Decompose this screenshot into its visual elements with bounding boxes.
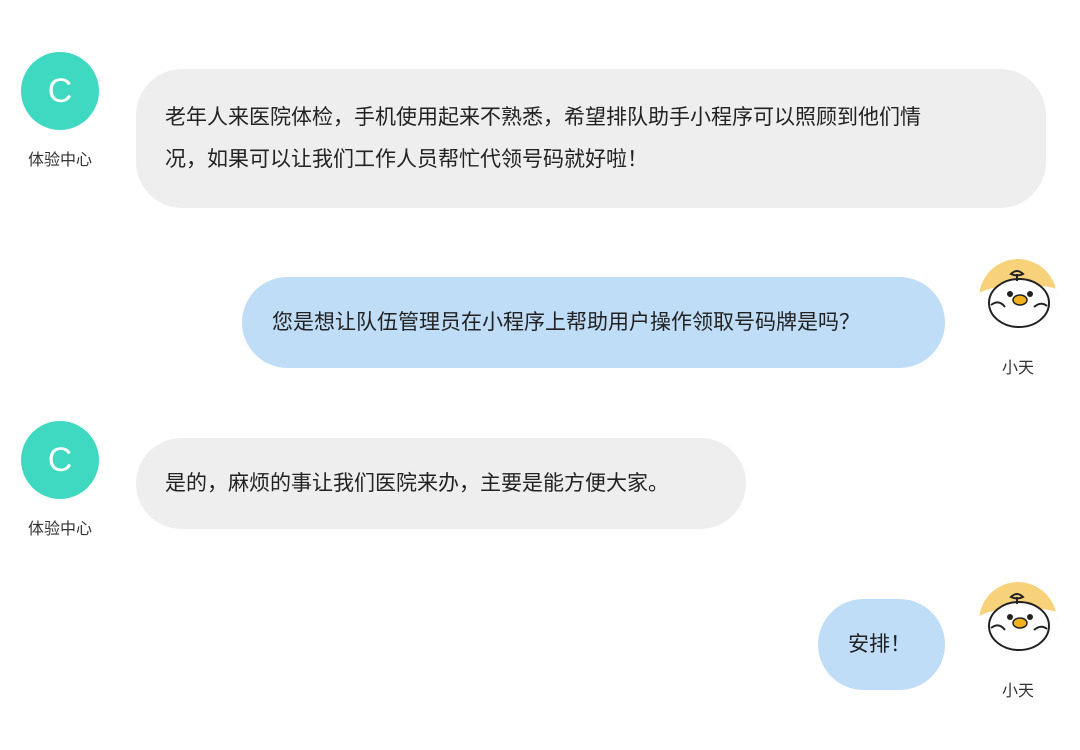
duck-illustration xyxy=(979,582,1057,660)
message-bubble[interactable]: 您是想让队伍管理员在小程序上帮助用户操作领取号码牌是吗？ xyxy=(242,277,945,368)
sender-avatar-c[interactable]: C xyxy=(21,421,99,499)
message-line: 况，如果可以让我们工作人员帮忙代领号码就好啦！ xyxy=(165,147,648,171)
avatar-letter: C xyxy=(47,441,73,479)
sender-name: 体验中心 xyxy=(27,150,92,169)
message-bubble[interactable]: 是的，麻烦的事让我们医院来办，主要是能方便大家。 xyxy=(136,438,746,529)
sender-avatar-c[interactable]: C xyxy=(21,52,99,130)
sender-name: 体验中心 xyxy=(27,519,92,538)
sender-name: 小天 xyxy=(1001,681,1034,700)
duck-avatar-icon[interactable] xyxy=(979,582,1057,660)
message-line: 是的，麻烦的事让我们医院来办，主要是能方便大家。 xyxy=(165,471,669,495)
duck-avatar-icon[interactable] xyxy=(979,259,1057,337)
message-line: 您是想让队伍管理员在小程序上帮助用户操作领取号码牌是吗？ xyxy=(272,310,860,334)
message-bubble[interactable]: 老年人来医院体检，手机使用起来不熟悉，希望排队助手小程序可以照顾到他们情 况，如… xyxy=(136,69,1046,208)
message-bubble[interactable]: 安排！ xyxy=(818,599,945,690)
duck-illustration xyxy=(979,259,1057,337)
message-line: 安排！ xyxy=(848,632,911,656)
message-line: 老年人来医院体检，手机使用起来不熟悉，希望排队助手小程序可以照顾到他们情 xyxy=(165,105,921,129)
sender-name: 小天 xyxy=(1001,358,1034,377)
avatar-letter: C xyxy=(47,72,73,110)
